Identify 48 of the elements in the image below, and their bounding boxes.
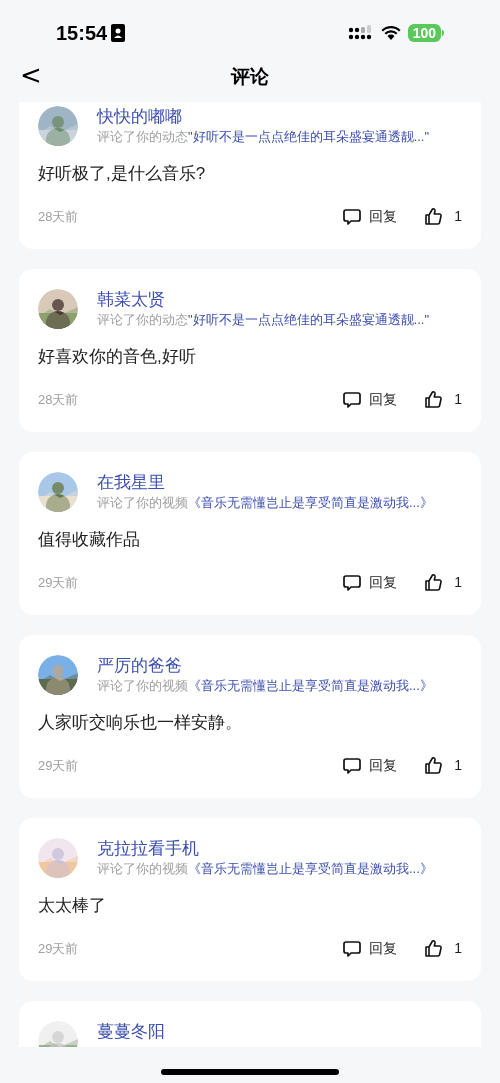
speech-bubble-icon xyxy=(343,939,362,958)
signal-icon xyxy=(347,25,374,41)
comment-subtitle: 评论了你的视频《音乐无需懂岂止是享受简直是激动我...》 xyxy=(97,494,433,512)
reply-button[interactable]: 回复 xyxy=(343,572,398,593)
user-name[interactable]: 克拉拉看手机 xyxy=(97,838,433,860)
like-button[interactable]: 1 xyxy=(425,206,462,227)
reply-button[interactable]: 回复 xyxy=(343,938,398,959)
speech-bubble-icon xyxy=(343,573,362,592)
user-name[interactable]: 韩菜太贤 xyxy=(97,289,430,311)
thumbs-up-icon xyxy=(425,391,443,408)
comment-subtitle: 评论了你的视频《音乐无需懂岂止是享受简直是激动我...》 xyxy=(97,677,433,695)
speech-bubble-icon xyxy=(343,207,362,226)
comment-text: 好喜欢你的音色,好听 xyxy=(38,346,197,368)
reply-button[interactable]: 回复 xyxy=(343,206,398,227)
battery-icon: 100 xyxy=(407,24,444,42)
comment-text: 太太棒了 xyxy=(38,895,107,917)
time-ago: 29天前 xyxy=(38,573,79,592)
thumbs-up-icon xyxy=(425,574,443,591)
user-name[interactable]: 蔓蔓冬阳 xyxy=(97,1021,165,1043)
reply-button[interactable]: 回复 xyxy=(343,755,398,776)
reply-button[interactable]: 回复 xyxy=(343,389,398,410)
speech-bubble-icon xyxy=(343,756,362,775)
like-button[interactable]: 1 xyxy=(425,755,462,776)
comment-subtitle: 评论了你的动态"好听不是一点点绝佳的耳朵盛宴通透靓..." xyxy=(97,128,430,146)
comment-subtitle: 评论了你的动态"好听不是一点点绝佳的耳朵盛宴通透靓..." xyxy=(97,311,430,329)
user-name[interactable]: 快快的嘟嘟 xyxy=(97,106,430,128)
like-button[interactable]: 1 xyxy=(425,389,462,410)
comment-text: 人家听交响乐也一样安静。 xyxy=(38,712,243,734)
time-ago: 28天前 xyxy=(38,207,79,226)
page-title: 评论 xyxy=(231,64,269,89)
speech-bubble-icon xyxy=(343,390,362,409)
comment-subtitle: 评论了你的视频《音乐无需懂岂止是享受简直是激动我...》 xyxy=(97,860,433,878)
id-card-icon xyxy=(111,24,126,42)
status-time: 15:54 xyxy=(56,21,108,46)
user-name[interactable]: 严厉的爸爸 xyxy=(97,655,433,677)
comment-text: 值得收藏作品 xyxy=(38,529,141,551)
thumbs-up-icon xyxy=(425,208,443,225)
back-button[interactable]: < xyxy=(20,60,42,90)
time-ago: 28天前 xyxy=(38,390,79,409)
comment-text: 好听极了,是什么音乐? xyxy=(38,163,207,185)
thumbs-up-icon xyxy=(425,940,443,957)
like-button[interactable]: 1 xyxy=(425,938,462,959)
wifi-icon xyxy=(379,25,402,41)
like-button[interactable]: 1 xyxy=(425,572,462,593)
time-ago: 29天前 xyxy=(38,756,79,775)
user-name[interactable]: 在我星里 xyxy=(97,472,433,494)
thumbs-up-icon xyxy=(425,757,443,774)
time-ago: 29天前 xyxy=(38,939,79,958)
